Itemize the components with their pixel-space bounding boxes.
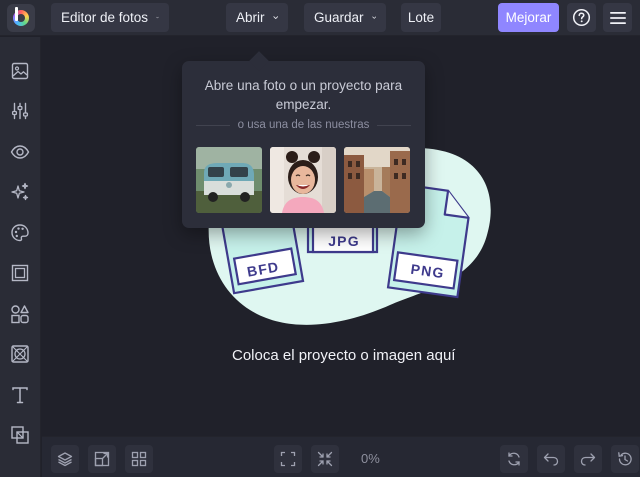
redo-icon xyxy=(580,453,596,466)
undo-button[interactable] xyxy=(537,445,565,473)
popover-title: Abre una foto o un proyecto para empezar… xyxy=(204,78,403,112)
zoom-level[interactable]: 0% xyxy=(361,451,380,466)
sparkles-icon[interactable] xyxy=(7,179,33,205)
drop-zone-hint: Coloca el proyecto o imagen aquí xyxy=(232,347,456,364)
help-button[interactable] xyxy=(567,3,596,32)
image-icon[interactable] xyxy=(7,58,33,84)
divider xyxy=(196,124,230,126)
sample-image-van[interactable] xyxy=(196,147,262,213)
layers-square-icon[interactable] xyxy=(7,422,33,448)
sliders-icon[interactable] xyxy=(7,98,33,124)
chevron-down-icon xyxy=(371,16,376,19)
layers-button[interactable] xyxy=(51,445,79,473)
divider xyxy=(377,124,412,126)
jpg-format-label: JPG xyxy=(328,233,360,249)
resize-icon xyxy=(94,451,110,467)
befunky-logo-icon[interactable] xyxy=(7,4,35,32)
question-circle-icon xyxy=(572,8,591,27)
save-dropdown[interactable]: Guardar xyxy=(304,3,386,32)
popover-subtitle: o usa una de las nuestras xyxy=(196,119,412,131)
history-button[interactable] xyxy=(611,445,639,473)
batch-label: Lote xyxy=(407,10,435,25)
sample-image-woman-laughing[interactable] xyxy=(270,147,336,213)
compare-button[interactable] xyxy=(500,445,528,473)
eye-icon[interactable] xyxy=(7,139,33,165)
frame-icon[interactable] xyxy=(7,260,33,286)
grid-button[interactable] xyxy=(125,445,153,473)
chevron-down-icon xyxy=(272,16,278,20)
compare-icon xyxy=(508,452,520,466)
tools-sidebar xyxy=(0,37,41,477)
save-label: Guardar xyxy=(314,10,364,25)
open-popover: Abre una foto o un proyecto para empezar… xyxy=(182,61,425,228)
app-window: Editor de fotos Abrir Guardar Lote Mejor… xyxy=(0,0,640,477)
enhance-label: Mejorar xyxy=(505,10,552,25)
layers-icon xyxy=(57,452,73,467)
grid-icon xyxy=(131,451,147,467)
redo-button[interactable] xyxy=(574,445,602,473)
fit-screen-button[interactable] xyxy=(274,445,302,473)
bottom-toolbar: 0% xyxy=(42,436,640,477)
shapes-icon[interactable] xyxy=(7,301,33,327)
palette-icon[interactable] xyxy=(7,220,33,246)
actual-size-icon xyxy=(317,451,333,467)
actual-size-button[interactable] xyxy=(311,445,339,473)
chevron-down-icon xyxy=(156,16,159,19)
top-toolbar: Editor de fotos Abrir Guardar Lote Mejor… xyxy=(0,0,640,36)
fit-screen-icon xyxy=(280,451,296,467)
undo-icon xyxy=(543,453,559,466)
resize-button[interactable] xyxy=(88,445,116,473)
editor-mode-label: Editor de fotos xyxy=(61,10,149,25)
editor-mode-dropdown[interactable]: Editor de fotos xyxy=(51,3,169,32)
menu-button[interactable] xyxy=(603,3,632,32)
sample-image-canal-city[interactable] xyxy=(344,147,410,213)
history-icon xyxy=(618,452,632,466)
batch-button[interactable]: Lote xyxy=(401,3,441,32)
open-label: Abrir xyxy=(236,10,265,25)
hamburger-menu-icon xyxy=(609,11,626,24)
popover-subtitle-text: o usa una de las nuestras xyxy=(237,119,370,131)
texture-icon[interactable] xyxy=(7,341,33,367)
open-dropdown[interactable]: Abrir xyxy=(226,3,288,32)
enhance-button[interactable]: Mejorar xyxy=(498,3,559,32)
text-icon[interactable] xyxy=(7,382,33,408)
